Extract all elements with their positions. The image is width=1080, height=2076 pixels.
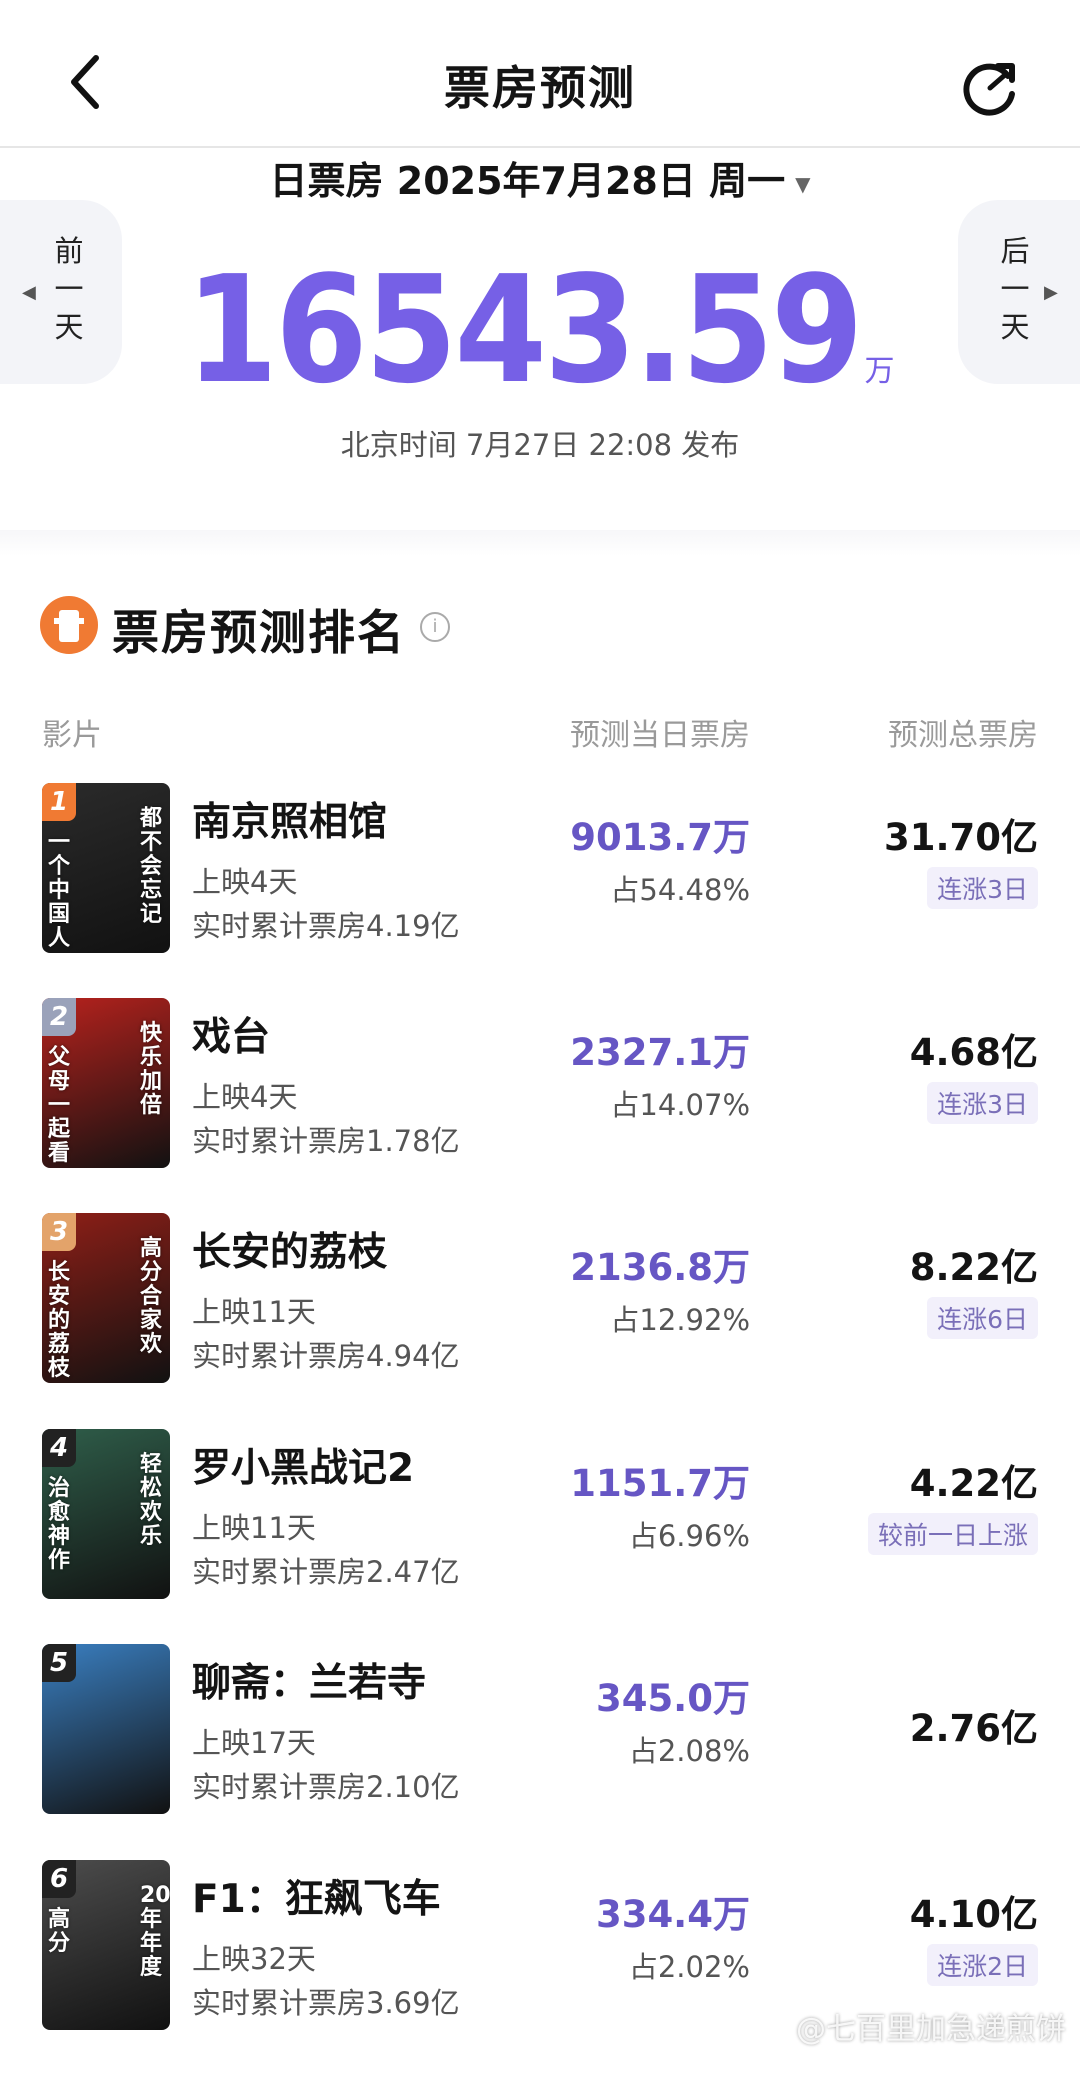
predicted-total-box: 4.68亿: [909, 1031, 1038, 1074]
day-share: 占12.92%: [610, 1303, 750, 1337]
ranking-title: 票房预测排名: [112, 606, 406, 661]
predicted-total-box: 8.22亿: [909, 1246, 1038, 1289]
film-cumulative: 实时累计票房4.94亿: [192, 1339, 460, 1373]
film-poster: 1 都不会忘记 一个中国人: [42, 783, 170, 953]
trend-badge: 连涨3日: [927, 867, 1038, 909]
watermark: @七百里加急递煎饼: [796, 2012, 1066, 2047]
poster-text: 高分合家欢: [140, 1236, 163, 1357]
refresh-icon: [963, 63, 1015, 116]
film-name: 罗小黑战记2: [192, 1446, 415, 1491]
film-name: F1：狂飙飞车: [192, 1877, 441, 1922]
film-days: 上映4天: [192, 1080, 298, 1114]
trend-badge: 较前一日上涨: [867, 1513, 1038, 1555]
film-name: 南京照相馆: [192, 800, 388, 845]
total-value: 16543.59: [185, 244, 863, 416]
poster-text: 治愈神作: [48, 1476, 71, 1573]
film-row[interactable]: 4 轻松欢乐 治愈神作 罗小黑战记2 上映11天 实时累计票房2.47亿 115…: [0, 1429, 1080, 1645]
rank-badge: 5: [42, 1644, 76, 1682]
column-header-day-box: 预测当日票房: [570, 718, 750, 753]
caret-down-icon: ▼: [795, 171, 811, 196]
predicted-total-box: 4.22亿: [909, 1462, 1038, 1505]
poster-text: 轻松欢乐: [140, 1452, 163, 1549]
film-poster: 5: [42, 1644, 170, 1814]
publish-time: 北京时间 7月27日 22:08 发布: [340, 428, 740, 462]
rank-badge: 3: [42, 1213, 76, 1251]
date-selector[interactable]: 日票房 2025年7月28日 周一 ▼: [270, 150, 811, 205]
film-name: 戏台: [192, 1015, 271, 1060]
predicted-day-box: 9013.7万: [570, 816, 750, 859]
day-share: 占2.02%: [628, 1950, 750, 1984]
refresh-button[interactable]: [960, 56, 1020, 116]
day-share: 占14.07%: [610, 1088, 750, 1122]
film-days: 上映11天: [192, 1295, 316, 1329]
rank-badge: 2: [42, 998, 76, 1036]
day-share: 占6.96%: [628, 1519, 750, 1553]
predicted-total-box: 4.10亿: [909, 1893, 1038, 1936]
date-label: 日票房 2025年7月28日 周一: [269, 159, 786, 203]
film-poster: 3 高分合家欢 长安的荔枝: [42, 1213, 170, 1383]
day-share: 占54.48%: [610, 873, 750, 907]
film-cumulative: 实时累计票房3.69亿: [192, 1986, 460, 2020]
predicted-total-box: 2.76亿: [909, 1707, 1038, 1750]
trend-badge: 连涨6日: [927, 1297, 1038, 1339]
rank-badge: 4: [42, 1429, 76, 1467]
predicted-day-box: 2136.8万: [570, 1246, 750, 1289]
day-share: 占2.08%: [628, 1734, 750, 1768]
film-cumulative: 实时累计票房2.10亿: [192, 1770, 460, 1804]
column-header-total-box: 预测总票房: [888, 718, 1038, 753]
poster-text: 长安的荔枝: [48, 1260, 71, 1381]
film-poster: 4 轻松欢乐 治愈神作: [42, 1429, 170, 1599]
film-days: 上映11天: [192, 1511, 316, 1545]
film-row[interactable]: 3 高分合家欢 长安的荔枝 长安的荔枝 上映11天 实时累计票房4.94亿 21…: [0, 1213, 1080, 1429]
section-divider: [0, 530, 1080, 556]
film-cumulative: 实时累计票房1.78亿: [192, 1124, 460, 1158]
total-box-office: 16543.59 万: [0, 244, 1080, 416]
film-cumulative: 实时累计票房2.47亿: [192, 1555, 460, 1589]
poster-text: 都不会忘记: [140, 806, 163, 927]
predicted-day-box: 345.0万: [595, 1677, 750, 1720]
total-unit: 万: [864, 354, 895, 389]
rank-badge: 1: [42, 783, 76, 821]
predicted-day-box: 334.4万: [595, 1893, 750, 1936]
film-cumulative: 实时累计票房4.19亿: [192, 909, 460, 943]
film-row[interactable]: 2 快乐加倍 父母一起看 戏台 上映4天 实时累计票房1.78亿 2327.1万…: [0, 998, 1080, 1214]
poster-text: 父母一起看: [48, 1045, 71, 1166]
trend-badge: 连涨3日: [927, 1082, 1038, 1124]
predicted-total-box: 31.70亿: [883, 816, 1038, 859]
film-row[interactable]: 5 聊斋：兰若寺 上映17天 实时累计票房2.10亿 345.0万 占2.08%…: [0, 1644, 1080, 1860]
film-row[interactable]: 1 都不会忘记 一个中国人 南京照相馆 上映4天 实时累计票房4.19亿 901…: [0, 783, 1080, 999]
top-bar: 票房预测: [0, 0, 1080, 148]
rank-badge: 6: [42, 1860, 76, 1898]
film-days: 上映4天: [192, 865, 298, 899]
film-poster: 6 2025年年度 高分: [42, 1860, 170, 2030]
predicted-day-box: 2327.1万: [570, 1031, 750, 1074]
info-icon[interactable]: i: [420, 612, 450, 642]
page-title: 票房预测: [444, 61, 636, 115]
column-header-film: 影片: [42, 718, 102, 753]
film-days: 上映32天: [192, 1942, 316, 1976]
film-name: 聊斋：兰若寺: [192, 1661, 427, 1706]
trend-badge: 连涨2日: [927, 1944, 1038, 1986]
poster-text: 一个中国人: [48, 830, 71, 951]
ranking-icon: [40, 596, 98, 654]
poster-text: 2025年年度: [140, 1883, 170, 1980]
poster-text: 快乐加倍: [140, 1021, 163, 1118]
film-poster: 2 快乐加倍 父母一起看: [42, 998, 170, 1168]
poster-text: 高分: [48, 1907, 71, 1956]
film-name: 长安的荔枝: [192, 1230, 388, 1275]
predicted-day-box: 1151.7万: [570, 1462, 750, 1505]
film-days: 上映17天: [192, 1726, 316, 1760]
